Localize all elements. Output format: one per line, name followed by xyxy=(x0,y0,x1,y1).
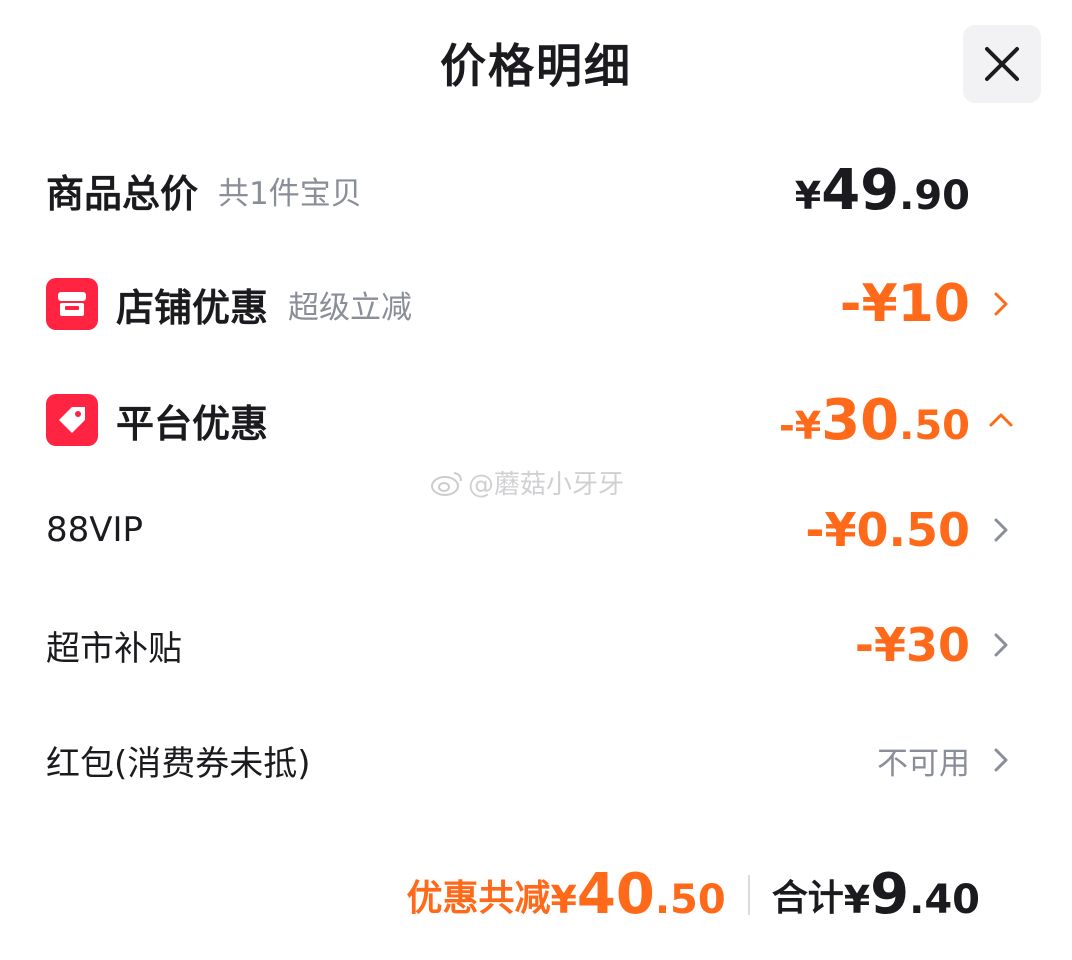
platform-item-label: 88VIP xyxy=(46,510,144,550)
store-icon xyxy=(46,278,98,330)
total-label: 合计 xyxy=(771,877,844,919)
close-icon xyxy=(985,47,1019,81)
summary-bar: 优惠共减 ¥40.50 合计 ¥9.40 xyxy=(406,862,980,927)
watermark: @蘑菇小牙牙 xyxy=(430,464,624,501)
chevron-right-icon xyxy=(986,289,1016,319)
goods-total-price: ¥49.90 xyxy=(794,157,970,223)
total-amount: ¥9.40 xyxy=(843,862,980,927)
platform-discount-amount: -¥ 30.50 xyxy=(778,387,970,453)
discount-total-label: 优惠共减 xyxy=(406,877,551,919)
goods-count-text: 共1件宝贝 xyxy=(218,175,362,212)
watermark-text: @蘑菇小牙牙 xyxy=(468,470,625,500)
platform-discount-row[interactable]: 平台优惠 -¥ 30.50 xyxy=(46,387,1016,453)
chevron-right-icon xyxy=(986,515,1016,545)
store-discount-amount: -¥10 xyxy=(839,274,970,334)
platform-item-amount: -¥0.50 xyxy=(805,503,970,557)
store-discount-sub: 超级立减 xyxy=(288,289,413,326)
weibo-logo-icon xyxy=(431,471,462,496)
page-title: 价格明细 xyxy=(440,39,632,93)
platform-item-label: 红包(消费券未抵) xyxy=(46,743,311,784)
platform-item-amount: -¥30 xyxy=(854,618,970,672)
platform-discount-label: 平台优惠 xyxy=(116,401,269,446)
goods-total-label: 商品总价 xyxy=(46,171,199,216)
platform-item-supermarket-subsidy[interactable]: 超市补贴 -¥30 xyxy=(46,617,1016,673)
red-packet-status: 不可用 xyxy=(877,745,970,782)
store-discount-label: 店铺优惠 xyxy=(116,285,269,330)
chevron-right-icon xyxy=(986,745,1016,775)
store-discount-row[interactable]: 店铺优惠 超级立减 -¥10 xyxy=(46,274,1016,334)
close-button[interactable] xyxy=(963,25,1041,103)
divider xyxy=(747,874,750,915)
platform-item-label: 超市补贴 xyxy=(46,628,182,669)
platform-item-red-packet[interactable]: 红包(消费券未抵) 不可用 xyxy=(46,732,1016,788)
platform-item-88vip[interactable]: 88VIP -¥0.50 xyxy=(46,502,1016,558)
chevron-up-icon[interactable] xyxy=(986,405,1016,435)
discount-total-amount: ¥40.50 xyxy=(550,862,726,927)
goods-total-row: 商品总价 共1件宝贝 ¥49.90 xyxy=(46,157,1016,223)
price-detail-sheet: 价格明细 商品总价 共1件宝贝 ¥49.90 店铺优惠 超级立减 -¥10 平台… xyxy=(0,0,1072,960)
chevron-right-icon xyxy=(986,630,1016,660)
tag-icon xyxy=(46,394,98,446)
